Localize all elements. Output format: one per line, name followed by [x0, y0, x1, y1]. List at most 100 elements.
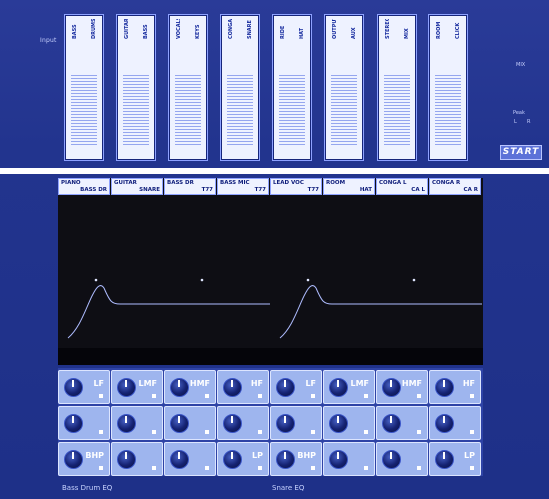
eq-knob[interactable] [382, 414, 401, 433]
eq-knob-cell [111, 442, 163, 476]
channel-name[interactable]: CONGA L CA L [376, 178, 428, 195]
eq-knob[interactable] [170, 414, 189, 433]
eq-knob-cell: LP [429, 442, 481, 476]
footer-right-label: Snare EQ [272, 484, 305, 492]
peak-l-label: L [514, 119, 517, 125]
band-toggle-switch[interactable] [205, 466, 209, 470]
eq-knob-cell [429, 406, 481, 440]
graph-floor [58, 348, 483, 365]
channel-name[interactable]: PIANO BASS DR [58, 178, 110, 195]
meter-label: HAT [298, 27, 305, 39]
eq-knob-cell [376, 406, 428, 440]
eq-band-marker[interactable] [306, 278, 310, 282]
meter-strip: STEREO MIX [377, 14, 417, 161]
channel-name-line2: T77 [307, 187, 319, 193]
band-toggle-switch[interactable] [152, 430, 156, 434]
peak-r-label: R [527, 119, 531, 125]
eq-knob[interactable] [64, 378, 83, 397]
eq-knob-cell [323, 406, 375, 440]
band-toggle-switch[interactable] [364, 466, 368, 470]
band-toggle-switch[interactable] [99, 430, 103, 434]
eq-knob[interactable] [435, 414, 454, 433]
eq-knob-cell: HF [429, 370, 481, 404]
eq-knob-cell [270, 406, 322, 440]
band-toggle-switch[interactable] [470, 394, 474, 398]
eq-knob[interactable] [64, 450, 83, 469]
channel-name[interactable]: GUITAR SNARE [111, 178, 163, 195]
band-toggle-switch[interactable] [258, 430, 262, 434]
band-toggle-switch[interactable] [417, 466, 421, 470]
band-toggle-switch[interactable] [417, 430, 421, 434]
eq-knob[interactable] [276, 414, 295, 433]
eq-knob[interactable] [276, 378, 295, 397]
channel-name-line2: SNARE [139, 187, 160, 193]
meter-label: BASS DR [71, 24, 78, 39]
channel-name-line1: BASS DR [167, 180, 194, 186]
eq-curve [67, 285, 270, 339]
channel-name[interactable]: BASS MIC T77 [217, 178, 269, 195]
eq-band-label: LMF [138, 379, 157, 388]
eq-knob[interactable] [435, 378, 454, 397]
band-toggle-switch[interactable] [99, 394, 103, 398]
eq-knob[interactable] [223, 414, 242, 433]
eq-band-label: LMF [350, 379, 369, 388]
eq-band-marker[interactable] [200, 278, 204, 282]
eq-knob[interactable] [170, 378, 189, 397]
band-toggle-switch[interactable] [258, 394, 262, 398]
channel-name[interactable]: BASS DR T77 [164, 178, 216, 195]
meter-strip: CONGA SNARE [220, 14, 260, 161]
eq-band-label: HMF [189, 379, 210, 388]
band-toggle-switch[interactable] [152, 394, 156, 398]
meter-label: CONGA [227, 19, 234, 39]
eq-knob[interactable] [223, 450, 242, 469]
band-toggle-switch[interactable] [311, 394, 315, 398]
meter-strip: VOCALS KEYS [168, 14, 208, 161]
eq-band-label: HF [250, 379, 263, 388]
eq-knob[interactable] [117, 414, 136, 433]
band-toggle-switch[interactable] [152, 466, 156, 470]
eq-knob[interactable] [435, 450, 454, 469]
meter-scale [123, 75, 149, 146]
band-toggle-switch[interactable] [470, 430, 474, 434]
band-toggle-switch[interactable] [417, 394, 421, 398]
eq-knob[interactable] [117, 450, 136, 469]
eq-knob[interactable] [382, 450, 401, 469]
eq-knob[interactable] [170, 450, 189, 469]
eq-knob[interactable] [117, 378, 136, 397]
band-toggle-switch[interactable] [205, 394, 209, 398]
eq-band-marker[interactable] [94, 278, 98, 282]
channel-name-line1: PIANO [61, 180, 81, 186]
eq-knob[interactable] [223, 378, 242, 397]
eq-band-label: LP [464, 451, 475, 460]
eq-band-marker[interactable] [412, 278, 416, 282]
channel-name[interactable]: ROOM HAT [323, 178, 375, 195]
band-toggle-switch[interactable] [311, 466, 315, 470]
start-button[interactable]: START [500, 145, 542, 160]
meter-scale [279, 75, 305, 146]
band-toggle-switch[interactable] [470, 466, 474, 470]
eq-knob[interactable] [329, 378, 348, 397]
eq-curve-graph [58, 278, 483, 365]
eq-knob[interactable] [329, 450, 348, 469]
input-label: Input [40, 37, 57, 44]
eq-knob-cell [217, 406, 269, 440]
meter-label: KEYS [194, 24, 201, 39]
eq-knob-cell: LMF [323, 370, 375, 404]
meter-scale [331, 75, 357, 146]
section-divider [0, 168, 549, 174]
eq-knob-cell: LF [270, 370, 322, 404]
band-toggle-switch[interactable] [258, 466, 262, 470]
band-toggle-switch[interactable] [364, 394, 368, 398]
eq-knob[interactable] [64, 414, 83, 433]
band-toggle-switch[interactable] [364, 430, 368, 434]
eq-knob[interactable] [382, 378, 401, 397]
eq-knob[interactable] [276, 450, 295, 469]
channel-name-line1: LEAD VOC [273, 180, 304, 186]
channel-name[interactable]: CONGA R CA R [429, 178, 481, 195]
eq-band-label: BHP [85, 451, 104, 460]
band-toggle-switch[interactable] [99, 466, 103, 470]
band-toggle-switch[interactable] [311, 430, 315, 434]
channel-name[interactable]: LEAD VOC T77 [270, 178, 322, 195]
band-toggle-switch[interactable] [205, 430, 209, 434]
eq-knob[interactable] [329, 414, 348, 433]
